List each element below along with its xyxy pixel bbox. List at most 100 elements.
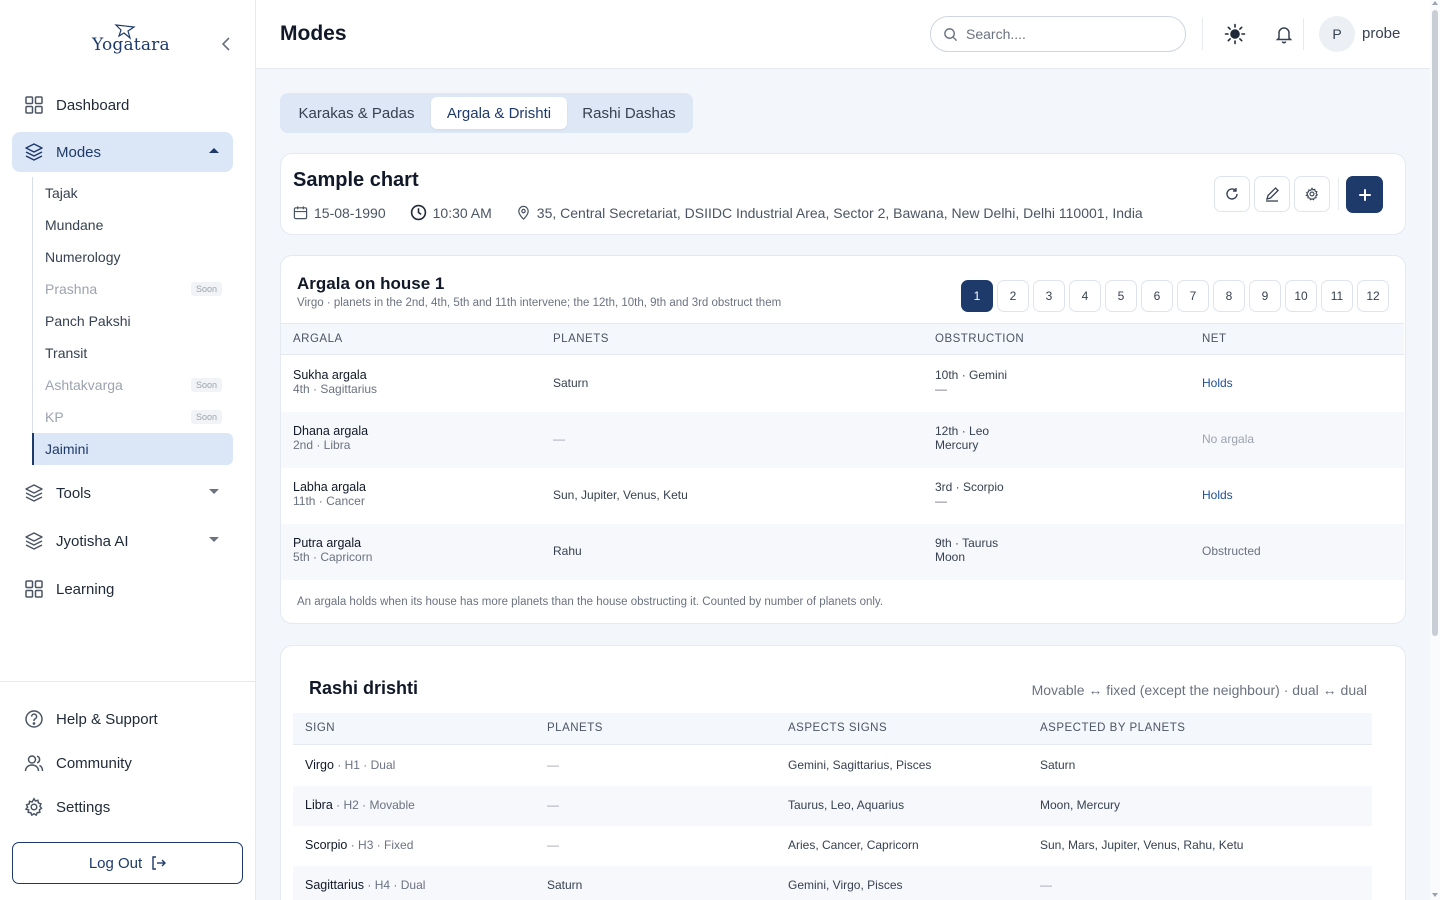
- scroll-thumb[interactable]: [1432, 10, 1438, 636]
- house-button-5[interactable]: 5: [1105, 280, 1137, 312]
- chart-title: Sample chart: [293, 169, 419, 191]
- argala-house: 11th · Cancer: [293, 494, 365, 508]
- submenu-item-kp: KP Soon: [33, 401, 234, 433]
- sidebar-item-learning[interactable]: Learning: [12, 569, 233, 609]
- column-header: Sign: [305, 722, 336, 734]
- layers-icon: [25, 484, 43, 502]
- house-button-4[interactable]: 4: [1069, 280, 1101, 312]
- search-input[interactable]: [966, 26, 1166, 42]
- obstruction-cell: 9th · Taurus Moon: [935, 536, 998, 564]
- sign-cell: Scorpio · H3 · Fixed: [305, 838, 413, 852]
- scroll-up-arrow[interactable]: [1432, 1, 1438, 5]
- submenu-item-mundane[interactable]: Mundane: [33, 209, 234, 241]
- sun-icon: [1224, 23, 1246, 45]
- sidebar-item-dashboard[interactable]: Dashboard: [12, 85, 233, 125]
- sidebar-item-modes[interactable]: Modes: [12, 132, 233, 172]
- page-scrollbar[interactable]: [1430, 0, 1440, 900]
- toolbar-divider: [1338, 178, 1339, 210]
- house-button-1[interactable]: 1: [961, 280, 993, 312]
- modes-submenu: Tajak Mundane Numerology Prashna Soon Pan…: [32, 177, 233, 465]
- argala-name: Labha argala: [293, 480, 366, 494]
- house-button-2[interactable]: 2: [997, 280, 1029, 312]
- add-chart-button[interactable]: [1346, 176, 1383, 213]
- house-button-11[interactable]: 11: [1321, 280, 1353, 312]
- sidebar-item-tools[interactable]: Tools: [12, 473, 233, 513]
- table-row: Sagittarius · H4 · Dual Saturn Gemini, V…: [293, 866, 1372, 900]
- logout-button[interactable]: Log Out: [12, 842, 243, 884]
- sidebar-item-settings[interactable]: Settings: [12, 789, 233, 825]
- pencil-icon: [1266, 187, 1279, 202]
- submenu-label: Mundane: [45, 217, 104, 233]
- house-button-10[interactable]: 10: [1285, 280, 1317, 312]
- house-button-8[interactable]: 8: [1213, 280, 1245, 312]
- submenu-label: Jaimini: [45, 441, 89, 457]
- drishti-rule: Movable ↔ fixed (except the neighbour) ·…: [1031, 682, 1367, 698]
- sidebar-item-label: Learning: [56, 580, 115, 598]
- house-button-9[interactable]: 9: [1249, 280, 1281, 312]
- house-button-12[interactable]: 12: [1357, 280, 1389, 312]
- sign-cell: Libra · H2 · Movable: [305, 798, 415, 812]
- users-icon: [24, 755, 44, 772]
- tab-argala-drishti[interactable]: Argala & Drishti: [431, 97, 567, 129]
- house-button-7[interactable]: 7: [1177, 280, 1209, 312]
- logo[interactable]: Yogatara: [90, 22, 170, 66]
- sidebar-item-help-support[interactable]: Help & Support: [12, 701, 233, 737]
- edit-chart-button[interactable]: [1254, 176, 1290, 212]
- top-header: Modes P probe: [256, 0, 1430, 69]
- column-header: Planets: [553, 333, 609, 345]
- sidebar-item-community[interactable]: Community: [12, 745, 233, 781]
- column-header: Net: [1202, 333, 1227, 345]
- submenu-label: Tajak: [45, 185, 78, 201]
- argala-cell: Putra argala 5th · Capricorn: [293, 536, 372, 564]
- soon-badge: Soon: [190, 410, 222, 424]
- submenu-item-transit[interactable]: Transit: [33, 337, 234, 369]
- help-circle-icon: [25, 710, 43, 728]
- submenu-item-jaimini[interactable]: Jaimini: [32, 433, 233, 465]
- grid-icon: [25, 580, 43, 598]
- column-header: Aspected by planets: [1040, 722, 1186, 734]
- map-pin-icon: [517, 205, 529, 220]
- argala-house: 4th · Sagittarius: [293, 382, 378, 396]
- search-box[interactable]: [930, 16, 1186, 52]
- column-header: Aspects signs: [788, 722, 888, 734]
- sign-cell: Virgo · H1 · Dual: [305, 758, 395, 772]
- aspected-by-cell: Saturn: [1040, 758, 1076, 772]
- submenu-label: Panch Pakshi: [45, 313, 131, 329]
- submenu-item-numerology[interactable]: Numerology: [33, 241, 234, 273]
- submenu-item-tajak[interactable]: Tajak: [33, 177, 234, 209]
- planets-cell: —: [547, 798, 559, 812]
- aspected-by-cell: —: [1040, 878, 1052, 892]
- net-status: No argala: [1202, 432, 1255, 446]
- collapse-sidebar-button[interactable]: [216, 34, 236, 54]
- house-button-6[interactable]: 6: [1141, 280, 1173, 312]
- submenu-label: KP: [45, 409, 64, 425]
- avatar[interactable]: P: [1319, 16, 1355, 52]
- submenu-item-prashna: Prashna Soon: [33, 273, 234, 305]
- aspects-cell: Taurus, Leo, Aquarius: [788, 798, 905, 812]
- submenu-label: Transit: [45, 345, 88, 361]
- tab-rashi-dashas[interactable]: Rashi Dashas: [569, 97, 689, 129]
- caret-down-icon: [209, 537, 219, 542]
- sidebar-item-label: Tools: [56, 484, 92, 502]
- chart-settings-button[interactable]: [1294, 176, 1330, 212]
- sidebar-item-jyotisha-ai[interactable]: Jyotisha AI: [12, 521, 233, 561]
- drishti-card: Rashi drishti Movable ↔ fixed (except th…: [280, 645, 1406, 900]
- user-name[interactable]: probe: [1362, 25, 1400, 42]
- scroll-down-arrow[interactable]: [1432, 893, 1438, 897]
- submenu-item-panch-pakshi[interactable]: Panch Pakshi: [33, 305, 234, 337]
- layers-icon: [25, 532, 43, 550]
- theme-toggle-button[interactable]: [1223, 22, 1247, 46]
- logout-icon: [152, 856, 167, 870]
- planets-cell: —: [547, 758, 559, 772]
- sign-name: Libra: [305, 798, 333, 812]
- refresh-chart-button[interactable]: [1214, 176, 1250, 212]
- house-button-3[interactable]: 3: [1033, 280, 1065, 312]
- planets-cell: —: [553, 432, 565, 446]
- sign-meta: · H3 · Fixed: [347, 838, 414, 852]
- notifications-button[interactable]: [1272, 22, 1296, 46]
- obstruction-cell: 10th · Gemini —: [935, 368, 1007, 396]
- caret-down-icon: [209, 489, 219, 494]
- argala-house: 5th · Capricorn: [293, 550, 373, 564]
- sign-meta: · H1 · Dual: [333, 758, 396, 772]
- tab-karakas-padas[interactable]: Karakas & Padas: [284, 97, 429, 129]
